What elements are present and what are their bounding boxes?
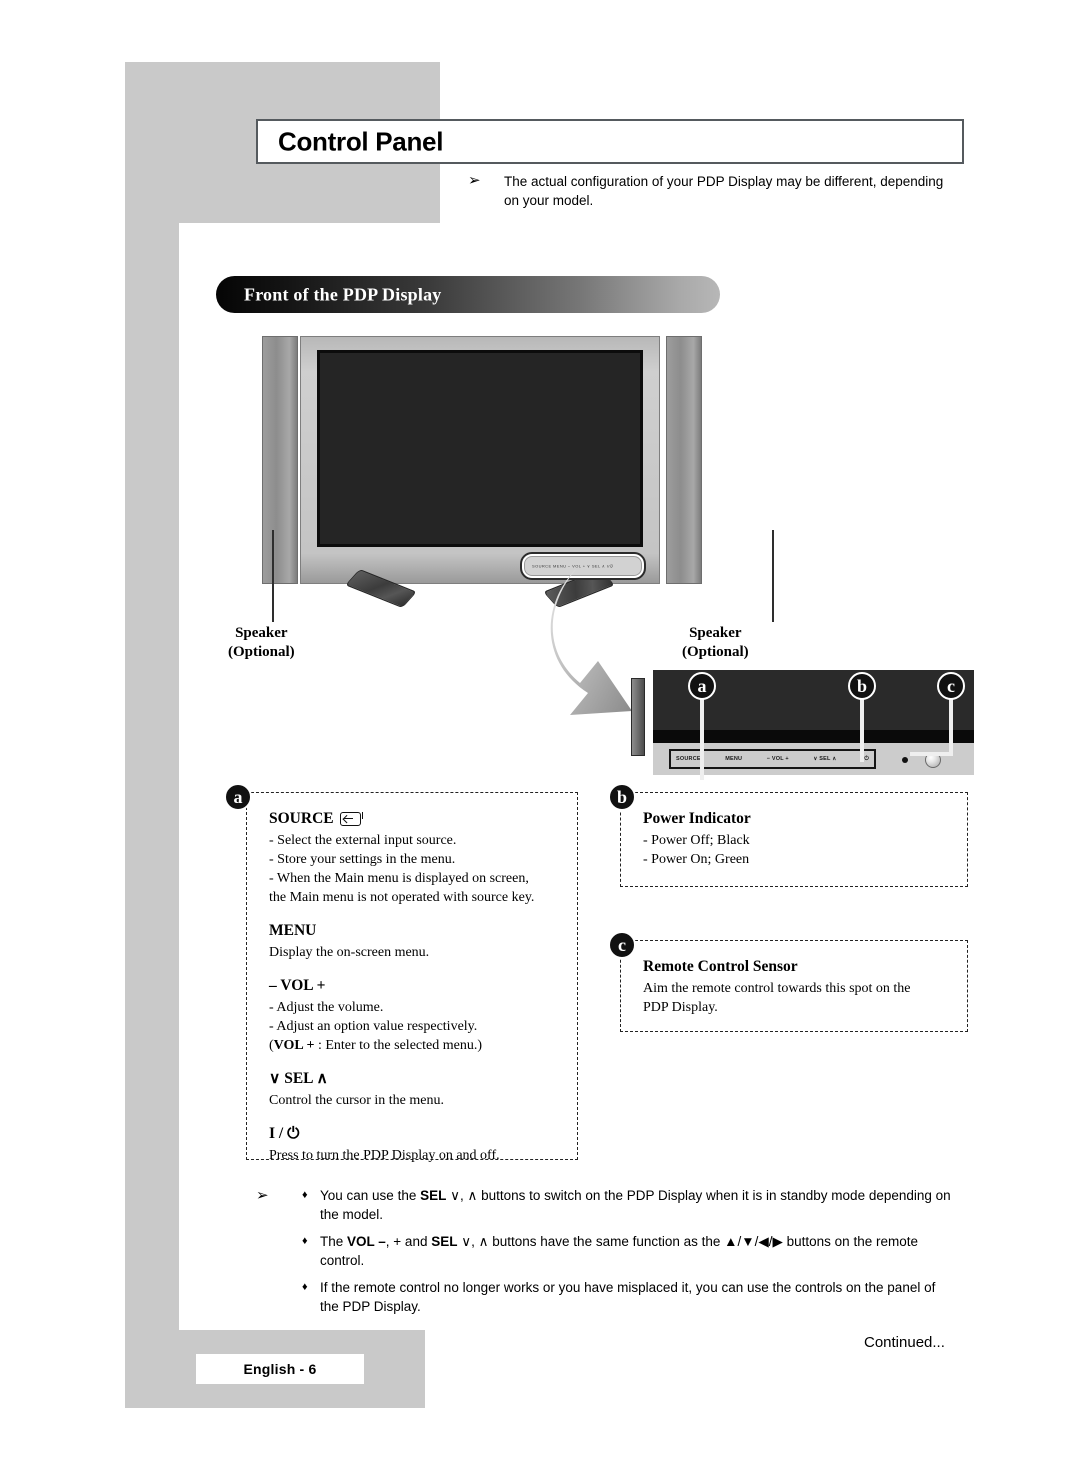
description-box-c: Remote Control Sensor Aim the remote con… [620, 940, 968, 1032]
callout-button-menu: MENU [725, 756, 743, 762]
source-enter-icon [339, 811, 364, 826]
pdp-control-panel-strip-labels: SOURCE MENU − VOL + ∨ SEL ∧ I/⏻ [532, 563, 614, 569]
description-box-b: Power Indicator - Power Off; Black - Pow… [620, 792, 968, 887]
speaker-left-label: Speaker (Optional) [228, 624, 295, 662]
bottom-note-text: You can use the SEL ∨, ∧ buttons to swit… [320, 1188, 951, 1222]
speaker-left-leader-line [272, 530, 274, 622]
desc-power-indicator-line-1: - Power Off; Black [643, 833, 750, 848]
pdp-control-panel-strip: SOURCE MENU − VOL + ∨ SEL ∧ I/⏻ [520, 552, 646, 580]
desc-menu-line-1: Display the on-screen menu. [269, 945, 430, 960]
desc-source-line-1: - Select the external input source. [269, 833, 457, 848]
desc-heading-power-indicator: Power Indicator [643, 810, 751, 827]
desc-source-line-2: - Store your settings in the menu. [269, 852, 456, 867]
desc-group-power: I / ⏻ Press to turn the PDP Display on a… [269, 1124, 559, 1165]
desc-sel-line-1: Control the cursor in the menu. [269, 1093, 444, 1108]
bottom-note-row: ♦ You can use the SEL ∨, ∧ buttons to swi… [302, 1186, 956, 1224]
description-marker-c: c [608, 931, 636, 959]
pdp-speaker-left-graphic [262, 336, 298, 584]
callout-button-vol: − VOL + [766, 756, 789, 762]
speaker-left-label-line2: (Optional) [228, 644, 295, 660]
bottom-note-row: ♦ The VOL –, + and SEL ∨, ∧ buttons have … [302, 1232, 956, 1270]
desc-remote-sensor-line-2: PDP Display. [643, 1000, 718, 1015]
desc-heading-sel: ∨ SEL ∧ [269, 1070, 328, 1087]
desc-group-vol: – VOL + - Adjust the volume. - Adjust an… [269, 976, 559, 1055]
callout-button-source: SOURCE [676, 756, 701, 762]
speaker-right-label-line2: (Optional) [682, 644, 749, 660]
desc-heading-menu: MENU [269, 922, 317, 939]
bottom-note-row: ♦ If the remote control no longer works o… [302, 1278, 956, 1316]
speaker-right-label-line1: Speaker [689, 625, 742, 641]
continued-label: Continued... [864, 1334, 945, 1351]
section-banner: Front of the PDP Display [216, 276, 720, 313]
desc-heading-power: I / ⏻ [269, 1125, 300, 1142]
description-marker-b: b [608, 783, 636, 811]
top-note-text: The actual configuration of your PDP Dis… [504, 174, 944, 208]
callout-leader-a [700, 698, 704, 780]
desc-vol-line-2: - Adjust an option value respectively. [269, 1019, 478, 1034]
speaker-left-label-line1: Speaker [235, 625, 288, 641]
description-marker-a: a [224, 783, 252, 811]
bottom-note-text: The VOL –, + and SEL ∨, ∧ buttons have t… [320, 1234, 918, 1268]
desc-source-line-3: - When the Main menu is displayed on scr… [269, 871, 529, 886]
desc-power-line-1: Press to turn the PDP Display on and off… [269, 1148, 500, 1163]
desc-group-menu: MENU Display the on-screen menu. [269, 921, 559, 962]
desc-vol-line-3: (VOL + : Enter to the selected menu.) [269, 1038, 482, 1053]
callout-marker-b: b [848, 672, 876, 700]
pdp-display-illustration: SOURCE MENU − VOL + ∨ SEL ∧ I/⏻ [252, 330, 712, 620]
desc-group-sel: ∨ SEL ∧ Control the cursor in the menu. [269, 1069, 559, 1110]
pdp-screen [317, 350, 643, 547]
desc-group-source: SOURCE - Select the external input sourc… [269, 809, 559, 907]
callout-leader-c-elbow [910, 752, 953, 756]
power-indicator-led-graphic [902, 757, 908, 763]
desc-heading-vol: – VOL + [269, 977, 326, 994]
callout-marker-c: c [937, 672, 965, 700]
desc-heading-source-text: SOURCE [269, 810, 334, 827]
section-banner-title: Front of the PDP Display [244, 284, 442, 304]
callout-marker-a: a [688, 672, 716, 700]
top-note: ➢ The actual configuration of your PDP D… [468, 172, 948, 210]
decorative-gray-left-band [125, 223, 179, 1408]
speaker-right-label: Speaker (Optional) [682, 624, 749, 662]
desc-vol-line-1: - Adjust the volume. [269, 1000, 384, 1015]
bottom-notes: ➢ ♦ You can use the SEL ∨, ∧ buttons to s… [256, 1186, 956, 1316]
bottom-note-text: If the remote control no longer works or… [320, 1280, 936, 1314]
callout-leader-c [949, 698, 953, 756]
page-number-tag: English - 6 [196, 1354, 364, 1384]
callout-leader-b [860, 698, 864, 762]
callout-side-edge [631, 678, 645, 756]
desc-vol-bold: VOL + [273, 1038, 315, 1053]
desc-source-line-4: the Main menu is not operated with sourc… [269, 890, 535, 905]
bottom-note-list: ♦ You can use the SEL ∨, ∧ buttons to swi… [256, 1186, 956, 1316]
description-box-a: SOURCE - Select the external input sourc… [246, 792, 578, 1163]
desc-heading-source: SOURCE [269, 809, 559, 829]
chapter-title-box: Control Panel [256, 119, 964, 164]
bottom-note-bullet-icon: ♦ [302, 1235, 308, 1247]
bottom-note-bullet-icon: ♦ [302, 1189, 308, 1201]
bottom-notes-arrow-icon: ➢ [256, 1187, 269, 1204]
control-panel-zoom-callout: SOURCE MENU − VOL + ∨ SEL ∧ I/⏻ [631, 670, 974, 775]
speaker-right-leader-line [772, 530, 774, 622]
pdp-speaker-right-graphic [666, 336, 702, 584]
desc-remote-sensor-line-1: Aim the remote control towards this spot… [643, 981, 911, 996]
desc-heading-remote-sensor: Remote Control Sensor [643, 958, 798, 975]
note-arrow-icon: ➢ [468, 172, 481, 189]
page-title: Control Panel [278, 126, 444, 156]
callout-button-sel: ∨ SEL ∧ [813, 756, 837, 762]
pdp-bezel [300, 336, 660, 584]
desc-vol-rest: : Enter to the selected menu.) [314, 1038, 482, 1053]
desc-power-indicator-line-2: - Power On; Green [643, 852, 750, 867]
bottom-note-bullet-icon: ♦ [302, 1281, 308, 1293]
